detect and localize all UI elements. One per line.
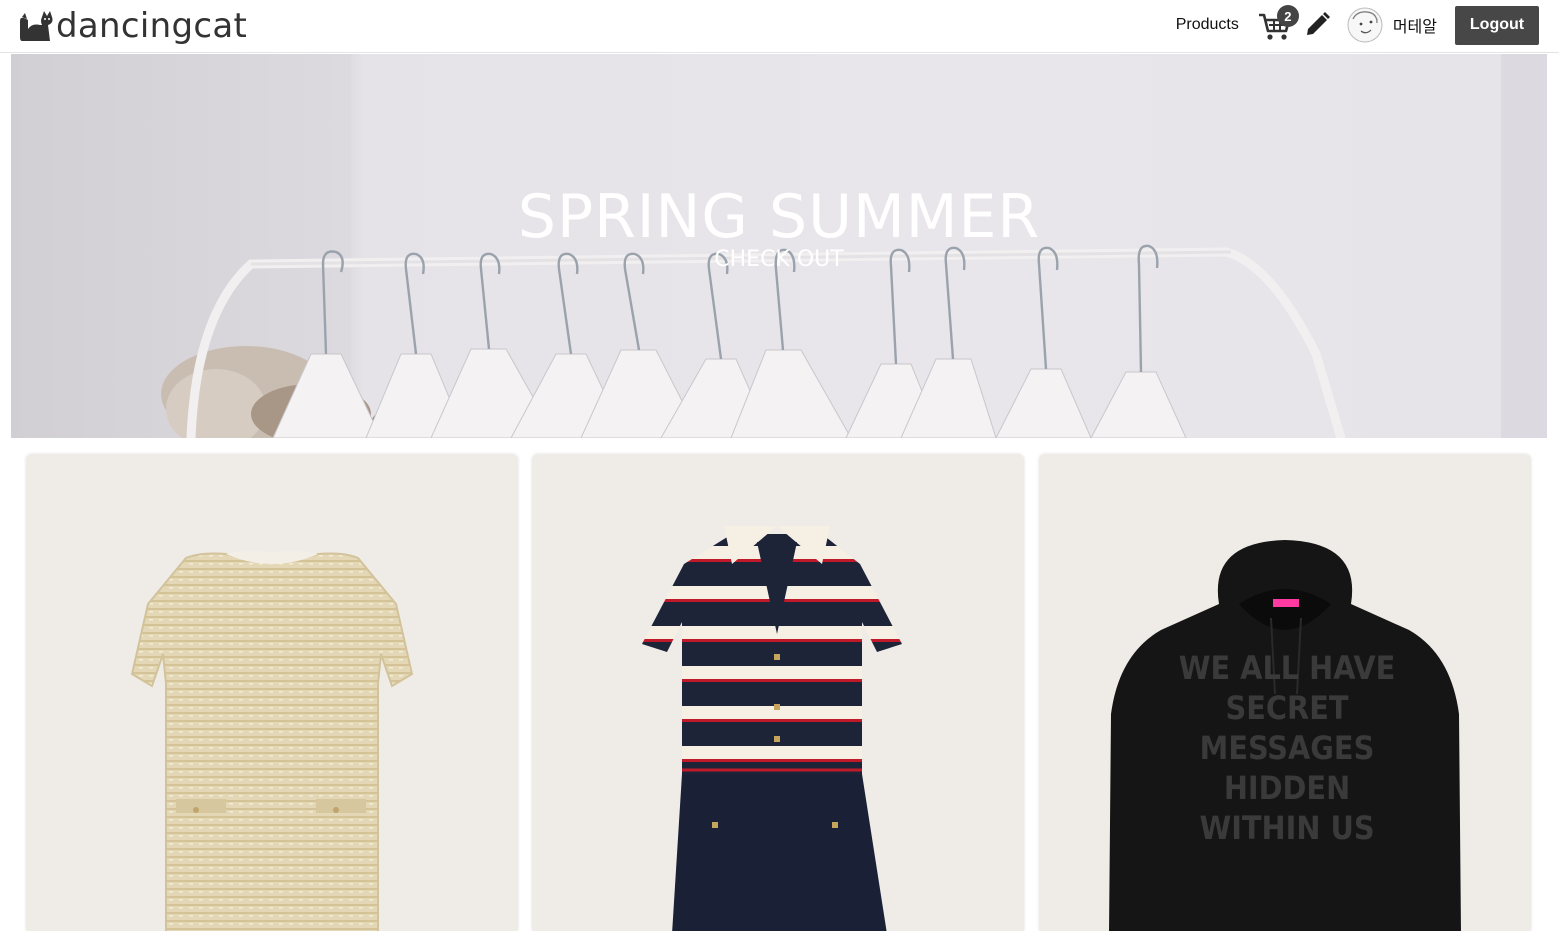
product-card[interactable]: WE ALL HAVE SECRET MESSAGES HIDDEN WITHI…: [1039, 454, 1531, 931]
site-header: dancingcat Products 2 머테알 Logout: [0, 0, 1559, 53]
tweed-dress-image: [130, 551, 414, 931]
striped-knit-dress-image: [642, 526, 902, 931]
black-hoodie-image: WE ALL HAVE SECRET MESSAGES HIDDEN WITHI…: [1109, 540, 1461, 931]
cart-count-badge: 2: [1276, 5, 1299, 27]
hoodie-print-line: WE ALL HAVE: [1179, 649, 1396, 687]
banner-title: SPRING SUMMER: [517, 182, 1041, 252]
nav-products-link[interactable]: Products: [1176, 16, 1239, 34]
hero-banner: SPRING SUMMER CHECK OUT: [11, 54, 1547, 438]
hoodie-print-line: HIDDEN: [1224, 769, 1350, 807]
cart-button[interactable]: 2: [1257, 5, 1299, 43]
hoodie-print-line: MESSAGES: [1200, 729, 1375, 767]
site-logo[interactable]: dancingcat: [18, 6, 247, 46]
user-avatar[interactable]: [1347, 7, 1383, 43]
username-label[interactable]: 머테알: [1393, 13, 1437, 37]
banner-checkout-link[interactable]: CHECK OUT: [11, 247, 1547, 272]
logout-button[interactable]: Logout: [1455, 5, 1539, 45]
pencil-icon[interactable]: [1303, 11, 1331, 39]
product-card[interactable]: [532, 454, 1024, 931]
cat-logo-icon: [20, 11, 53, 41]
product-card[interactable]: [26, 454, 518, 931]
logo-text: dancingcat: [56, 6, 248, 46]
header-nav: Products 2 머테알 Logout: [1176, 5, 1539, 45]
hoodie-print-line: WITHIN US: [1199, 809, 1374, 847]
hoodie-print-line: SECRET: [1225, 689, 1348, 727]
